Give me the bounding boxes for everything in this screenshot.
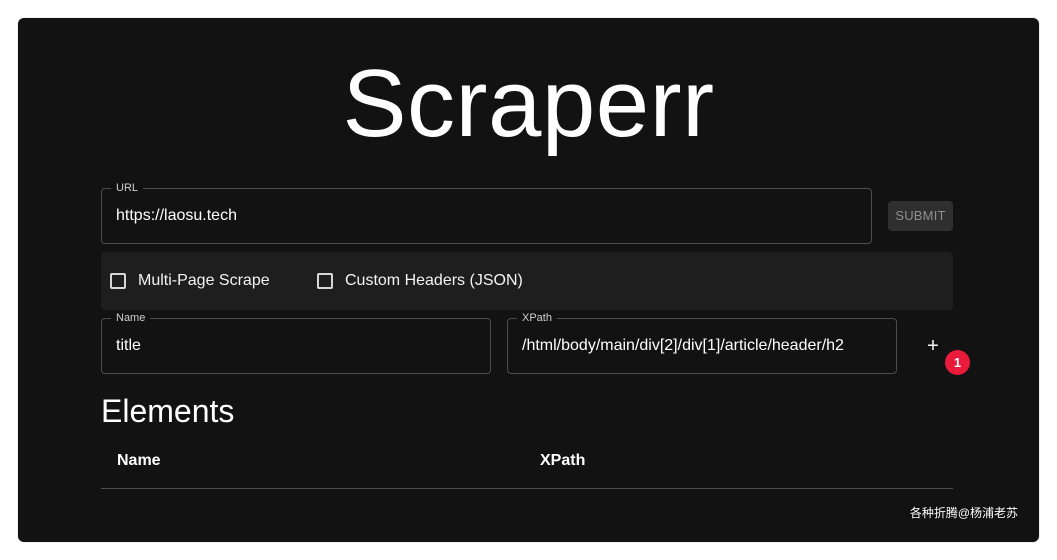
submit-button[interactable]: SUBMIT (888, 201, 953, 231)
name-field[interactable]: Name title (101, 311, 491, 374)
multi-page-scrape-label: Multi-Page Scrape (138, 272, 270, 289)
url-field-label: URL (111, 181, 144, 195)
elements-table-header: Name XPath (101, 442, 953, 489)
plus-icon: + (927, 335, 939, 357)
custom-headers-label: Custom Headers (JSON) (345, 272, 523, 289)
elements-section-title: Elements (101, 393, 235, 429)
app-window: Scraperr URL https://laosu.tech SUBMIT M… (18, 18, 1039, 542)
url-field[interactable]: URL https://laosu.tech (101, 181, 872, 244)
add-element-button[interactable]: + (921, 332, 945, 360)
column-header-name: Name (117, 452, 161, 469)
multi-page-scrape-option[interactable]: Multi-Page Scrape (110, 271, 270, 291)
name-field-label: Name (111, 311, 151, 325)
custom-headers-option[interactable]: Custom Headers (JSON) (317, 271, 523, 291)
xpath-field-label: XPath (517, 311, 557, 325)
xpath-input[interactable]: /html/body/main/div[2]/div[1]/article/he… (522, 336, 884, 356)
elements-table: Name XPath (101, 442, 953, 489)
count-badge: 1 (945, 350, 970, 375)
xpath-field[interactable]: XPath /html/body/main/div[2]/div[1]/arti… (507, 311, 897, 374)
url-input[interactable]: https://laosu.tech (116, 206, 237, 226)
name-input[interactable]: title (116, 336, 141, 356)
custom-headers-checkbox[interactable] (317, 273, 333, 289)
multi-page-scrape-checkbox[interactable] (110, 273, 126, 289)
scrape-options-panel: Multi-Page Scrape Custom Headers (JSON) (101, 252, 953, 310)
app-title: Scraperr (342, 50, 715, 157)
column-header-xpath: XPath (540, 452, 586, 469)
watermark-text: 各种折腾@杨浦老苏 (909, 506, 1018, 520)
